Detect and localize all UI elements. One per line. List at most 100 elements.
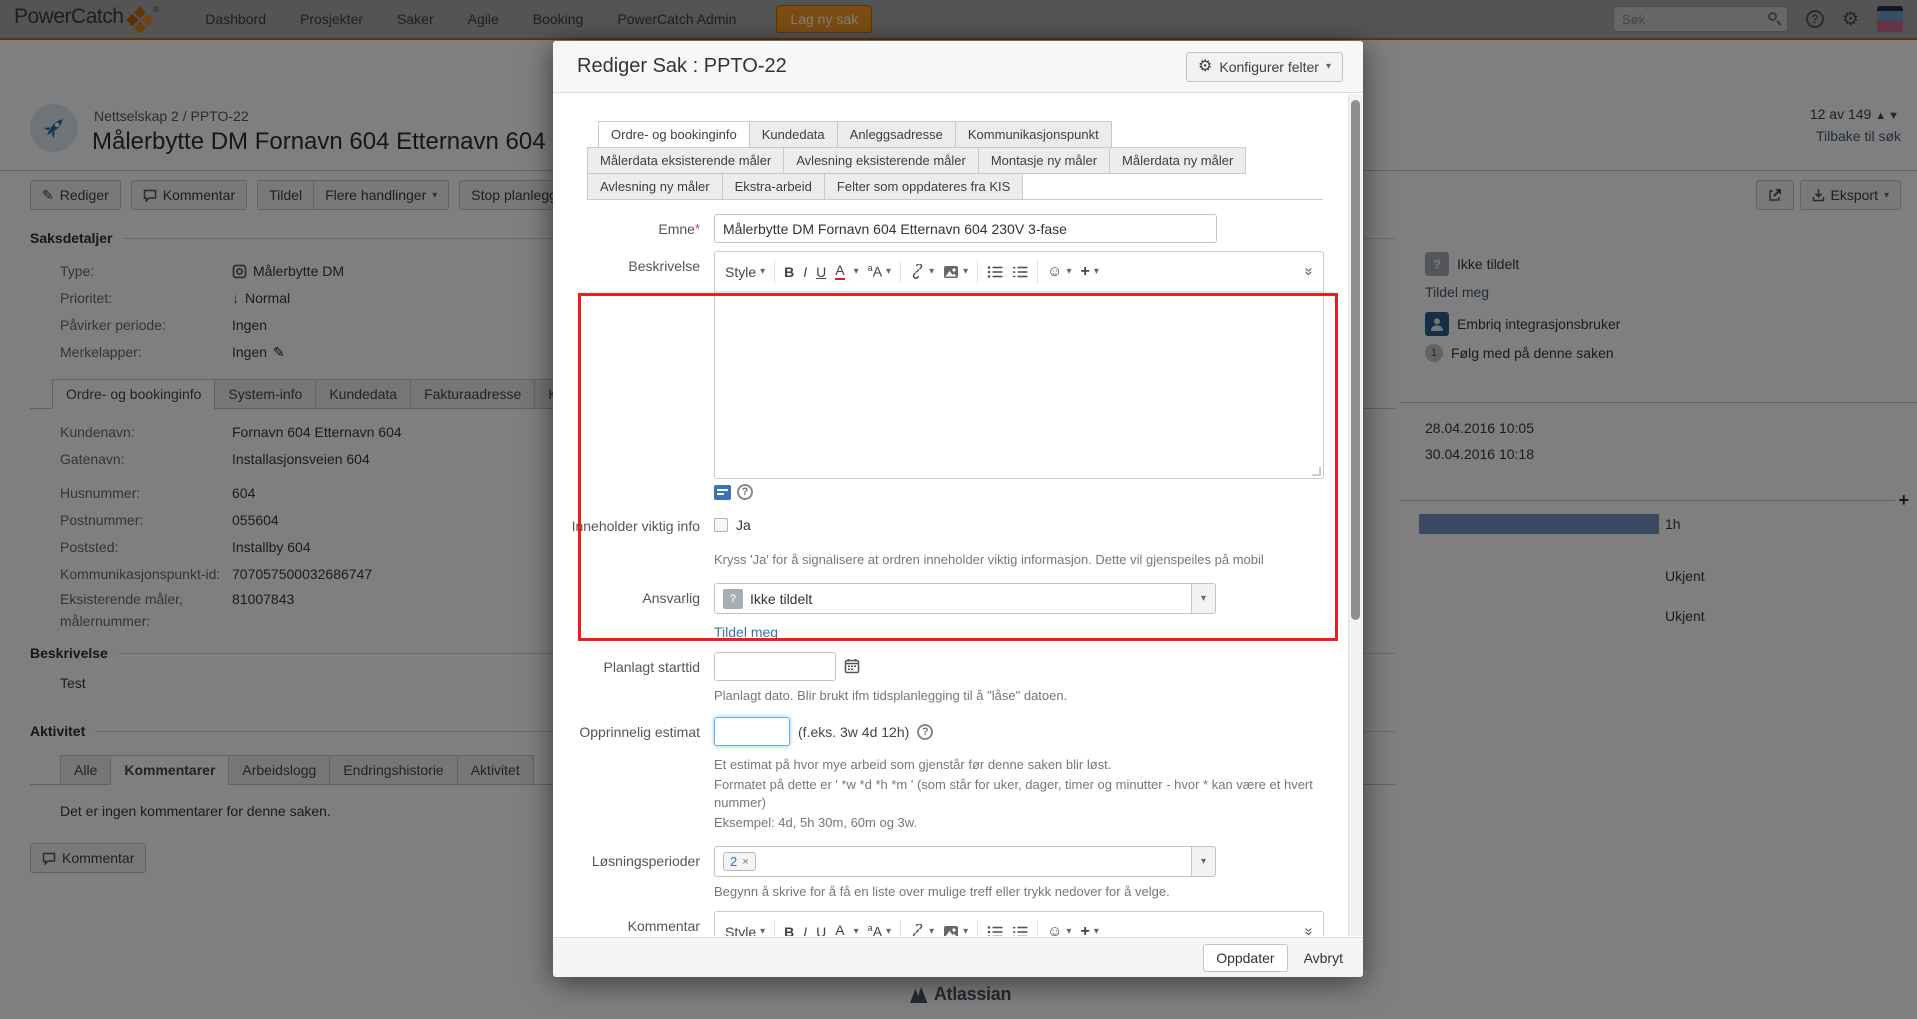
editor-help-icon[interactable]: ?	[737, 484, 753, 500]
scrollbar-thumb[interactable]	[1351, 100, 1360, 620]
required-asterisk: *	[695, 221, 700, 236]
assign-to-me-link[interactable]: Tildel meg	[714, 624, 778, 640]
calendar-icon[interactable]	[844, 658, 860, 677]
dialog-tab-avlesning-eksisterende[interactable]: Avlesning eksisterende måler	[783, 147, 979, 174]
image-dropdown[interactable]: ▾	[943, 925, 968, 937]
description-textarea[interactable]	[715, 292, 1323, 478]
chevron-down-icon: ▾	[1066, 266, 1071, 277]
chevron-down-icon: ▾	[886, 266, 891, 277]
chevron-down-icon: ▾	[1066, 926, 1071, 936]
description-editor: Style▾ B I U A ▾ aA▾ ▾	[714, 251, 1324, 479]
dialog-tab-ekstra-arbeid[interactable]: Ekstra-arbeid	[722, 173, 825, 200]
numbered-list-icon	[1012, 925, 1028, 937]
text-mode-icon[interactable]	[714, 485, 731, 500]
chevron-down-icon: ▾	[1201, 593, 1206, 604]
dialog-tab-felter-kis[interactable]: Felter som oppdateres fra KIS	[824, 173, 1023, 200]
configure-fields-button[interactable]: ⚙ Konfigurer felter ▾	[1186, 52, 1343, 82]
summary-row: Emne*	[570, 214, 1323, 243]
assignee-select[interactable]: ? Ikke tildelt ▾	[714, 583, 1216, 614]
insert-more-dropdown[interactable]: +▾	[1080, 263, 1098, 281]
style-dropdown[interactable]: Style▾	[725, 924, 765, 937]
dialog-tab-anleggsadresse[interactable]: Anleggsadresse	[837, 121, 956, 148]
link-dropdown[interactable]: ▾	[910, 924, 934, 936]
bullet-list-button[interactable]	[987, 265, 1003, 279]
insert-more-dropdown[interactable]: +▾	[1080, 923, 1098, 937]
bullet-list-icon	[987, 925, 1003, 937]
edit-issue-dialog: Rediger Sak : PPTO-22 ⚙ Konfigurer felte…	[553, 41, 1363, 977]
italic-button[interactable]: I	[803, 264, 807, 280]
chevron-down-icon: ▾	[1094, 266, 1099, 277]
estimate-help-line3: Eksempel: 4d, 5h 30m, 60m og 3w.	[714, 814, 1323, 832]
dialog-scrollbar[interactable]	[1348, 94, 1362, 936]
original-estimate-input[interactable]	[714, 717, 790, 746]
chevron-down-icon: ▾	[1326, 61, 1331, 72]
plus-icon: +	[1080, 263, 1089, 281]
chevron-down-icon: ▾	[1094, 926, 1099, 936]
image-icon	[943, 925, 959, 937]
collapse-toolbar-icon[interactable]: »	[1300, 267, 1317, 275]
planned-start-help: Planlagt dato. Blir brukt ifm tidsplanle…	[714, 687, 1067, 705]
numbered-list-button[interactable]	[1012, 265, 1028, 279]
chevron-down-icon: ▾	[929, 266, 934, 277]
image-icon	[943, 265, 959, 279]
original-estimate-row: Opprinnelig estimat (f.eks. 3w 4d 12h) ?…	[570, 717, 1323, 832]
resolution-periods-select[interactable]: 2 × ▾	[714, 846, 1216, 877]
style-dropdown[interactable]: Style▾	[725, 264, 765, 280]
dialog-tab-kundedata[interactable]: Kundedata	[749, 121, 838, 148]
dialog-tab-kommunikasjonspunkt[interactable]: Kommunikasjonspunkt	[955, 121, 1112, 148]
editor-toolbar: Style▾ B I U A ▾ aA▾ ▾	[715, 252, 1323, 292]
resize-handle-icon[interactable]	[1312, 467, 1321, 476]
emoji-dropdown[interactable]: ☺▾	[1047, 263, 1071, 280]
resolution-periods-row: Løsningsperioder 2 × ▾ Begynn å skrive f…	[570, 846, 1323, 901]
italic-button[interactable]: I	[803, 924, 807, 937]
remove-tag-icon[interactable]: ×	[742, 856, 748, 868]
dialog-tab-montasje-ny-maler[interactable]: Montasje ny måler	[978, 147, 1110, 174]
underline-button[interactable]: U	[816, 264, 826, 280]
estimate-help-line2: Formatet på dette er ' *w *d *h *m ' (so…	[714, 776, 1323, 812]
numbered-list-button[interactable]	[1012, 925, 1028, 937]
estimate-help-icon[interactable]: ?	[917, 724, 933, 740]
select-dropdown-button[interactable]: ▾	[1192, 846, 1216, 877]
resolution-periods-help: Begynn å skrive for å få en liste over m…	[714, 883, 1216, 901]
format-clear-dropdown[interactable]: aA▾	[868, 923, 891, 936]
editor-toolbar: Style▾ B I U A ▾ aA▾ ▾	[715, 912, 1323, 936]
chevron-down-icon: ▾	[929, 926, 934, 936]
numbered-list-icon	[1012, 265, 1028, 279]
bold-button[interactable]: B	[784, 264, 794, 280]
collapse-toolbar-icon[interactable]: »	[1300, 927, 1317, 935]
chevron-down-icon: ▾	[963, 926, 968, 936]
emoji-dropdown[interactable]: ☺▾	[1047, 923, 1071, 936]
assignee-row: Ansvarlig ? Ikke tildelt ▾ Tildel meg	[570, 583, 1323, 640]
period-tag: 2 ×	[723, 852, 756, 871]
checkbox-label: Ja	[736, 517, 751, 533]
text-color-button[interactable]: A	[835, 923, 844, 936]
bold-button[interactable]: B	[784, 924, 794, 937]
chevron-down-icon[interactable]: ▾	[854, 926, 859, 936]
dialog-tab-avlesning-ny-maler[interactable]: Avlesning ny måler	[587, 173, 723, 200]
emoji-icon: ☺	[1047, 923, 1062, 936]
link-dropdown[interactable]: ▾	[910, 264, 934, 279]
dialog-header: Rediger Sak : PPTO-22 ⚙ Konfigurer felte…	[553, 41, 1363, 93]
dialog-tab-malerdata-eksisterende[interactable]: Målerdata eksisterende måler	[587, 147, 784, 174]
comment-row: Kommentar Style▾ B I U A ▾ aA▾	[570, 911, 1323, 936]
update-button[interactable]: Oppdater	[1203, 944, 1287, 972]
dialog-tab-ordre-og-bookinginfo[interactable]: Ordre- og bookinginfo	[598, 121, 750, 148]
underline-button[interactable]: U	[816, 924, 826, 937]
planned-start-input[interactable]	[714, 652, 836, 681]
image-dropdown[interactable]: ▾	[943, 265, 968, 279]
format-clear-dropdown[interactable]: aA▾	[868, 263, 891, 280]
plus-icon: +	[1080, 923, 1089, 937]
cancel-link[interactable]: Avbryt	[1304, 950, 1343, 966]
unassigned-avatar: ?	[723, 589, 743, 609]
text-color-button[interactable]: A	[835, 263, 844, 280]
chevron-down-icon[interactable]: ▾	[854, 266, 859, 277]
dialog-footer: Oppdater Avbryt	[553, 937, 1363, 977]
bullet-list-button[interactable]	[987, 925, 1003, 937]
dialog-title: Rediger Sak : PPTO-22	[577, 55, 787, 78]
summary-input[interactable]	[714, 214, 1217, 243]
important-info-checkbox[interactable]	[714, 518, 728, 532]
select-dropdown-button[interactable]: ▾	[1192, 583, 1216, 614]
important-info-row: Inneholder viktig info Ja Kryss 'Ja' for…	[570, 516, 1323, 569]
dialog-tab-malerdata-ny-maler[interactable]: Målerdata ny måler	[1109, 147, 1246, 174]
link-icon	[910, 264, 925, 279]
